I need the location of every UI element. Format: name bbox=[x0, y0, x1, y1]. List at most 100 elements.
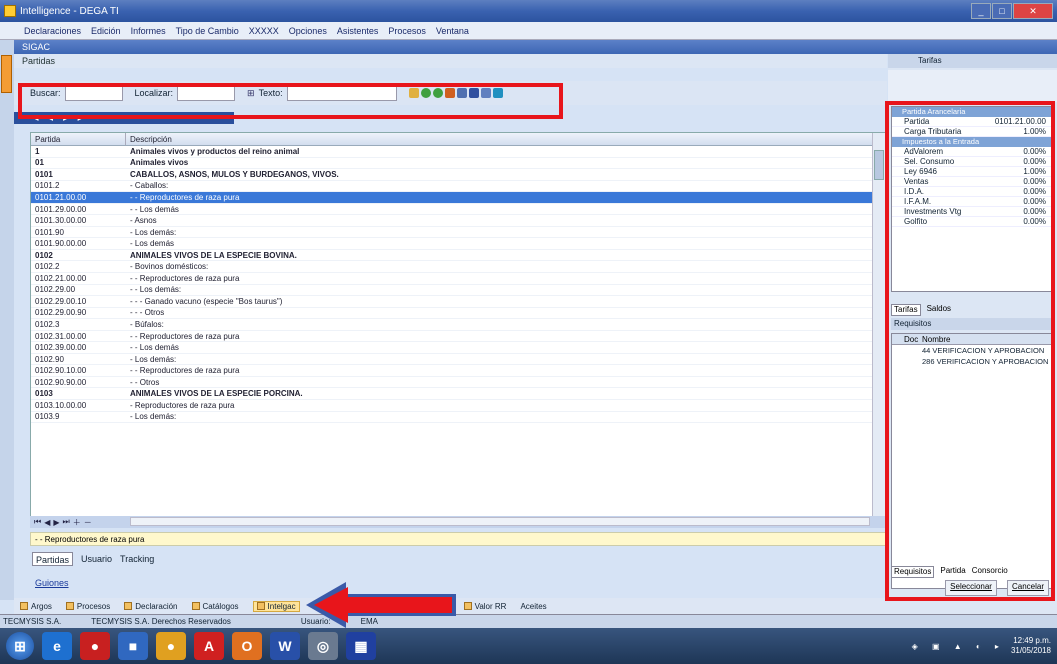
partida-code: 0102.3 bbox=[35, 319, 60, 329]
menu-opciones[interactable]: Opciones bbox=[289, 26, 327, 36]
table-row[interactable]: 0101.29.00.00 - - Los demás bbox=[31, 204, 886, 216]
table-row[interactable]: 0102.39.00.00 - - Los demás bbox=[31, 342, 886, 354]
guiones-link[interactable]: Guiones bbox=[35, 578, 69, 588]
side-tab[interactable] bbox=[1, 55, 12, 93]
bottom-tabs: Partidas Usuario Tracking bbox=[30, 552, 887, 566]
media-icon[interactable]: ◎ bbox=[308, 632, 338, 660]
module-catalogos[interactable]: Catálogos bbox=[191, 602, 239, 611]
partida-description: - - Otros bbox=[130, 377, 160, 387]
partida-code: 0101.21.00.00 bbox=[35, 192, 87, 202]
partida-code: 0102.90.10.00 bbox=[35, 366, 87, 376]
table-row[interactable]: 0102.90 - Los demás: bbox=[31, 354, 886, 366]
app-red-icon[interactable]: ● bbox=[80, 632, 110, 660]
tab-usuario[interactable]: Usuario bbox=[81, 552, 112, 566]
col-partida[interactable]: Partida bbox=[31, 133, 126, 145]
maximize-button[interactable]: □ bbox=[992, 3, 1012, 19]
pdf-icon[interactable]: A bbox=[194, 632, 224, 660]
table-row[interactable]: 0103.9 - Los demás: bbox=[31, 412, 886, 424]
close-button[interactable]: ✕ bbox=[1013, 3, 1053, 19]
table-row[interactable]: 0101.90.00.00 - Los demás bbox=[31, 238, 886, 250]
table-row[interactable]: 0101.90 - Los demás: bbox=[31, 227, 886, 239]
table-row[interactable]: 1 Animales vivos y productos del reino an… bbox=[31, 146, 886, 158]
module-valor-rr[interactable]: Valor RR bbox=[463, 602, 506, 611]
app-grid-icon[interactable]: ▦ bbox=[346, 632, 376, 660]
argos-icon bbox=[20, 602, 28, 610]
taskbar: ⊞ e ● ■ ● A O W ◎ ▦ ◈ ▣ ▲ ◐ ▸ 12:49 p.m.… bbox=[0, 628, 1057, 664]
module-aceites[interactable]: Aceites bbox=[520, 602, 546, 611]
table-row[interactable]: 0102.90.10.00 - - Reproductores de raza p… bbox=[31, 365, 886, 377]
partidas-table: Partida Descripción 1 Animales vivos y pr… bbox=[30, 132, 887, 517]
procesos-icon bbox=[65, 602, 74, 610]
ie-icon[interactable]: e bbox=[42, 632, 72, 660]
module-argos[interactable]: Argos bbox=[20, 602, 52, 611]
menu-xxxxx[interactable]: XXXXX bbox=[249, 26, 279, 36]
foot-first-icon[interactable]: ⏮ bbox=[34, 517, 41, 527]
partida-code: 0102.29.00.90 bbox=[35, 308, 87, 318]
table-vscroll[interactable] bbox=[872, 133, 886, 516]
partida-code: 0101 bbox=[35, 169, 53, 179]
doc-tab[interactable]: SIGAC bbox=[14, 40, 1057, 54]
partida-code: 0102.2 bbox=[35, 262, 60, 272]
table-row[interactable]: 0102.2 - Bovinos domésticos: bbox=[31, 261, 886, 274]
menu-procesos[interactable]: Procesos bbox=[388, 26, 426, 36]
menu-declaraciones[interactable]: Declaraciones bbox=[24, 26, 81, 36]
partida-description: - - - Ganado vacuno (especie "Bos taurus… bbox=[130, 296, 283, 306]
foot-delete-icon[interactable]: － bbox=[84, 517, 92, 528]
table-row[interactable]: 0102 ANIMALES VIVOS DE LA ESPECIE BOVINA. bbox=[31, 250, 886, 262]
foot-last-icon[interactable]: ⏭ bbox=[63, 517, 70, 527]
valor-icon bbox=[463, 602, 472, 610]
menu-asistentes[interactable]: Asistentes bbox=[337, 26, 379, 36]
minimize-button[interactable]: _ bbox=[971, 3, 991, 19]
tarifas-toolbar bbox=[888, 70, 1057, 102]
partida-description: - Los demás: bbox=[130, 412, 177, 422]
table-row[interactable]: 0102.29.00 - - Los demás: bbox=[31, 285, 886, 297]
menu-informes[interactable]: Informes bbox=[131, 26, 166, 36]
table-row[interactable]: 0101 CABALLOS, ASNOS, MULOS Y BURDEGANOS,… bbox=[31, 169, 886, 181]
partida-description: Animales vivos y productos del reino ani… bbox=[130, 146, 300, 156]
chrome-icon[interactable]: ● bbox=[156, 632, 186, 660]
menu-ventana[interactable]: Ventana bbox=[436, 26, 469, 36]
table-vscroll-thumb[interactable] bbox=[874, 150, 884, 180]
selected-description: - - Reproductores de raza pura bbox=[30, 532, 887, 546]
table-row[interactable]: 0101.30.00.00 - Asnos bbox=[31, 215, 886, 227]
table-row[interactable]: 0102.31.00.00 - - Reproductores de raza p… bbox=[31, 331, 886, 343]
table-row[interactable]: 0101.2 - Caballos: bbox=[31, 181, 886, 193]
partida-description: - Asnos bbox=[130, 216, 157, 226]
start-button[interactable]: ⊞ bbox=[6, 632, 34, 660]
module-procesos[interactable]: Procesos bbox=[65, 602, 110, 611]
menu-edicion[interactable]: Edición bbox=[91, 26, 121, 36]
foot-prev-icon[interactable]: ◀ bbox=[44, 518, 50, 527]
partida-description: - Búfalos: bbox=[130, 319, 164, 329]
menu-tipo-cambio[interactable]: Tipo de Cambio bbox=[176, 26, 239, 36]
col-descripcion[interactable]: Descripción bbox=[126, 133, 172, 145]
table-row[interactable]: 01 Animales vivos bbox=[31, 158, 886, 170]
word-icon[interactable]: W bbox=[270, 632, 300, 660]
app-blue-icon[interactable]: ■ bbox=[118, 632, 148, 660]
table-row[interactable]: 0103 ANIMALES VIVOS DE LA ESPECIE PORCINA… bbox=[31, 388, 886, 401]
partida-code: 0101.29.00.00 bbox=[35, 204, 87, 214]
module-intelgac[interactable]: Intelgac bbox=[252, 600, 300, 612]
table-row[interactable]: 0102.29.00.10 - - - Ganado vacuno (especi… bbox=[31, 296, 886, 308]
clock[interactable]: 12:49 p.m. 31/05/2018 bbox=[1011, 636, 1051, 656]
table-row[interactable]: 0102.21.00.00 - - Reproductores de raza p… bbox=[31, 273, 886, 285]
table-row[interactable]: 0103.10.00.00 - Reproductores de raza pur… bbox=[31, 400, 886, 412]
outlook-icon[interactable]: O bbox=[232, 632, 262, 660]
module-declaracion[interactable]: Declaración bbox=[124, 602, 178, 611]
table-row[interactable]: 0102.90.90.00 - - Otros bbox=[31, 377, 886, 389]
partida-code: 0102 bbox=[35, 250, 53, 260]
table-hscroll[interactable] bbox=[130, 517, 870, 526]
foot-add-icon[interactable]: ＋ bbox=[73, 517, 81, 528]
partida-code: 0101.90 bbox=[35, 227, 64, 237]
partida-code: 0102.29.00 bbox=[35, 285, 76, 295]
tray-icons[interactable]: ◈ ▣ ▲ ◐ ▸ bbox=[912, 642, 1005, 651]
tab-tracking[interactable]: Tracking bbox=[120, 552, 154, 566]
partida-description: - Caballos: bbox=[130, 181, 169, 191]
table-row[interactable]: 0102.3 - Búfalos: bbox=[31, 319, 886, 331]
annotation-arrow-icon bbox=[306, 582, 456, 628]
declaracion-icon bbox=[124, 602, 133, 610]
tab-partidas[interactable]: Partidas bbox=[32, 552, 74, 566]
table-header: Partida Descripción bbox=[31, 133, 886, 146]
foot-next-icon[interactable]: ▶ bbox=[53, 518, 59, 527]
table-row[interactable]: 0101.21.00.00 - - Reproductores de raza p… bbox=[31, 192, 886, 204]
table-row[interactable]: 0102.29.00.90 - - - Otros bbox=[31, 308, 886, 320]
